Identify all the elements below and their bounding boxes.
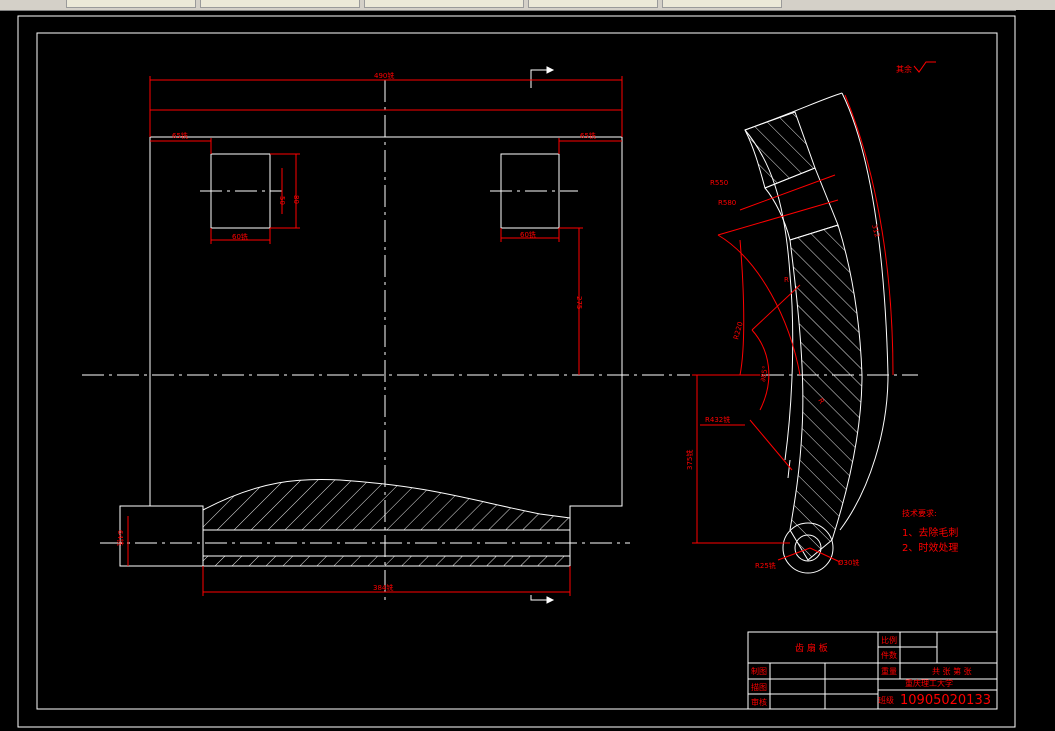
cad-drawing[interactable]: 490铣 65铣 65铣 60铣 60铣 80 50 275 64铣 384铣 [0,0,1055,731]
weight-label: 重量 [881,666,897,676]
tech-title: 技术要求: [902,508,937,518]
sector-hatch-top [744,111,816,189]
checked-label: 审核 [751,697,767,707]
drawn-label: 制图 [751,666,767,676]
student-id-label: 班级 [878,695,894,705]
dim-bottom-length: 384铣 [373,583,393,592]
dim-slot-inner: 50 [278,196,286,205]
dim-slot-outer: 80 [292,195,300,204]
dim-top-width: 490铣 [374,71,394,80]
dim-r-small: R [784,276,789,284]
dim-vertical-275: 275 [575,296,583,309]
dim-r580: R580 [718,199,736,207]
front-section-hatch [202,478,571,531]
dim-slot-right: 60铣 [520,230,536,239]
shaft-boss [119,505,204,567]
dim-length-right: 312 [870,223,881,238]
dim-r432: R432铣 [705,415,730,424]
dim-d30: Ø30铣 [838,558,859,567]
dim-r220: R220 [732,321,744,341]
roughness-symbol: 其余 [896,61,936,74]
tech-item-2: 2、时效处理 [902,541,958,554]
scale-label: 比例 [881,635,897,645]
drawing-name: 齿 扇 板 [795,642,828,654]
dim-r25: R25铣 [755,561,776,570]
dim-angle: ∂85° [759,365,770,382]
tech-requirements: 技术要求: 1、去除毛刺 2、时效处理 [902,508,958,554]
dim-shaft-dia: 64铣 [116,530,125,546]
tech-item-1: 1、去除毛刺 [902,526,958,539]
sheet-label: 共 张 第 张 [932,666,972,676]
sheet-outer-border [17,15,1016,728]
student-id: 10905020133 [900,693,991,708]
sector-hatch-main [789,224,863,561]
title-block-text: 齿 扇 板 比例 件数 重量 制图 描图 审核 共 张 第 张 重庆理工大学 班… [751,635,991,708]
roughness-label: 其余 [896,64,912,74]
dim-slot-left: 60铣 [232,232,248,241]
front-section-hatch [202,555,571,567]
designed-label: 描图 [751,682,767,692]
dim-r550: R550 [710,179,728,187]
dim-height-375: 375铣 [685,450,694,470]
count-label: 件数 [881,650,897,660]
right-panel [1016,10,1055,731]
dim-right-offset: 65铣 [580,131,596,140]
school-name: 重庆理工大学 [905,678,953,688]
dim-left-offset: 65铣 [172,131,188,140]
